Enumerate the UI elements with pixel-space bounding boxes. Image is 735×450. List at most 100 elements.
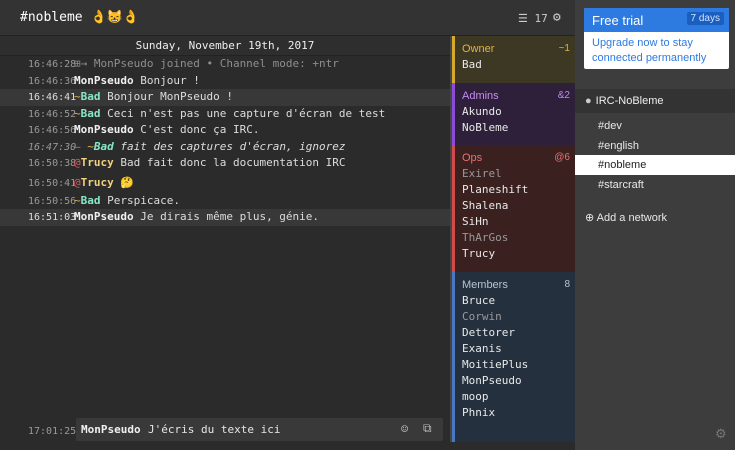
composer-timestamp: 17:01:25 [28, 426, 77, 437]
group-count: &2 [557, 90, 570, 101]
user-item[interactable]: MonPseudo [462, 373, 575, 389]
message-nick[interactable]: Bad [81, 194, 101, 207]
collapse-icon[interactable]: ● [585, 95, 592, 107]
timestamp: 16:50:56 [28, 195, 77, 207]
action-dash: — [74, 139, 88, 153]
group-label: Admins [462, 90, 499, 102]
action-message-row: 16:47:30— ~Bad fait des captures d'écran… [0, 139, 450, 156]
user-item[interactable]: Trucy [462, 246, 575, 262]
group-count: @6 [554, 152, 570, 163]
smiley-icon[interactable]: ☺ [401, 422, 408, 436]
channel-name: #nobleme [20, 10, 83, 25]
channel-emoji: 👌😸👌 [90, 10, 140, 25]
channel-item-dev[interactable]: #dev [575, 116, 735, 136]
nick-prefix: ~ [74, 90, 81, 103]
user-item[interactable]: Exanis [462, 341, 575, 357]
free-trial-card[interactable]: Free trial 7 days Upgrade now to stay co… [584, 8, 729, 69]
user-group-members: Members 8 Bruce Corwin Dettorer Exanis Mo… [452, 272, 575, 442]
timestamp: 16:47:30 [28, 141, 77, 153]
gear-icon[interactable]: ⚙ [715, 426, 727, 442]
timestamp: 16:50:38 [28, 158, 77, 169]
plus-circle-icon: ⊕ [585, 212, 595, 224]
add-network-label: Add a network [596, 212, 667, 224]
timestamp: 16:51:03 [28, 212, 77, 223]
nick-prefix: ~ [74, 106, 81, 120]
message-row: 16:46:41~Bad Bonjour MonPseudo ! [0, 89, 450, 106]
list-icon: ☰ [518, 12, 528, 25]
user-count: 17 [534, 12, 548, 25]
user-item[interactable]: Bruce [462, 293, 575, 309]
group-count: 8 [564, 279, 570, 290]
message-nick[interactable]: Bad [94, 140, 114, 153]
message-row: 16:46:56MonPseudo C'est donc ça IRC. [0, 122, 450, 139]
user-item[interactable]: MoitiePlus [462, 357, 575, 373]
user-item[interactable]: Phnix [462, 405, 575, 421]
message-nick[interactable]: MonPseudo [74, 123, 134, 136]
timestamp: 16:46:41 [28, 92, 77, 103]
message-text: Perspicace. [107, 193, 180, 207]
group-label: Members [462, 279, 508, 291]
trial-days-badge: 7 days [686, 12, 724, 25]
message-list: Sunday, November 19th, 2017 16:46:28⊞→ M… [0, 36, 450, 415]
upgrade-link[interactable]: Upgrade now to stay connected permanentl… [584, 32, 729, 69]
message-text: Bonjour ! [140, 73, 200, 87]
thinking-emoji: 🤔 [120, 175, 135, 189]
channel-item-starcraft[interactable]: #starcraft [575, 175, 735, 195]
message-text: Ceci n'est pas une capture d'écran de te… [107, 106, 386, 120]
timestamp: 16:46:56 [28, 125, 77, 136]
message-row: 16:46:36MonPseudo Bonjour ! [0, 73, 450, 90]
composer-nick[interactable]: MonPseudo [81, 423, 141, 436]
channel-title: #nobleme 👌😸👌 [20, 10, 139, 25]
user-item[interactable]: Bad [462, 57, 575, 73]
message-nick[interactable]: MonPseudo [74, 210, 134, 223]
user-item[interactable]: moop [462, 389, 575, 405]
timestamp: 16:50:41 [28, 177, 77, 189]
nick-prefix: @ [74, 156, 81, 169]
user-group-owner: Owner ~1 Bad [452, 36, 575, 83]
message-nick[interactable]: Trucy [81, 176, 114, 189]
network-name: IRC-NoBleme [595, 95, 664, 107]
channel-item-nobleme[interactable]: #nobleme [575, 155, 735, 175]
message-text: C'est donc ça IRC. [140, 123, 260, 136]
timestamp: 16:46:36 [28, 75, 77, 87]
message-nick[interactable]: Bad [81, 90, 101, 103]
message-nick[interactable]: MonPseudo [74, 74, 134, 87]
system-message: ⊞→ MonPseudo joined • Channel mode: +ntr [74, 57, 339, 70]
message-text: fait des captures d'écran, ignorez [120, 139, 346, 153]
gear-icon[interactable]: ⚙ [553, 11, 561, 24]
message-text: Bonjour MonPseudo ! [107, 90, 233, 103]
message-nick[interactable]: Bad [81, 107, 101, 120]
message-input-value[interactable]: J'écris du texte ici [148, 423, 280, 436]
message-row: 16:50:56~Bad Perspicace. [0, 193, 450, 210]
user-item[interactable]: Akundo [462, 104, 575, 120]
channel-item-english[interactable]: #english [575, 136, 735, 156]
user-item[interactable]: Exirel [462, 166, 575, 182]
message-nick[interactable]: Trucy [81, 156, 114, 169]
nick-prefix: ~ [74, 193, 81, 207]
user-item[interactable]: Dettorer [462, 325, 575, 341]
message-row: 16:50:41@Trucy 🤔 [0, 172, 450, 193]
group-label: Ops [462, 152, 483, 164]
user-item[interactable]: ThArGos [462, 230, 575, 246]
trial-header: Free trial 7 days [584, 8, 729, 32]
copy-icon[interactable]: ⧉ [423, 421, 432, 436]
message-input[interactable]: MonPseudo J'écris du texte ici ☺ ⧉ [76, 418, 443, 441]
user-item[interactable]: SiHn [462, 214, 575, 230]
user-list: Owner ~1 Bad Admins &2 Akundo NoBleme Ops @… [450, 36, 575, 442]
user-item[interactable]: Shalena [462, 198, 575, 214]
composer: 17:01:25 MonPseudo J'écris du texte ici … [0, 415, 450, 450]
user-count-button[interactable]: ☰ 17 [518, 12, 548, 25]
add-network-button[interactable]: ⊕ Add a network [585, 211, 667, 224]
nick-prefix: ~ [87, 139, 94, 153]
timestamp: 16:46:28 [28, 59, 77, 70]
message-row: 16:51:03MonPseudo Je dirais même plus, g… [0, 209, 450, 226]
message-text: Bad fait donc la documentation IRC [120, 156, 346, 169]
network-item[interactable]: ● IRC-NoBleme [575, 89, 735, 113]
user-item[interactable]: NoBleme [462, 120, 575, 136]
date-divider: Sunday, November 19th, 2017 [0, 36, 450, 56]
user-item[interactable]: Corwin [462, 309, 575, 325]
nick-prefix: @ [74, 175, 81, 189]
message-row: 16:46:52~Bad Ceci n'est pas une capture … [0, 106, 450, 123]
message-row: 16:46:28⊞→ MonPseudo joined • Channel mo… [0, 56, 450, 73]
user-item[interactable]: Planeshift [462, 182, 575, 198]
